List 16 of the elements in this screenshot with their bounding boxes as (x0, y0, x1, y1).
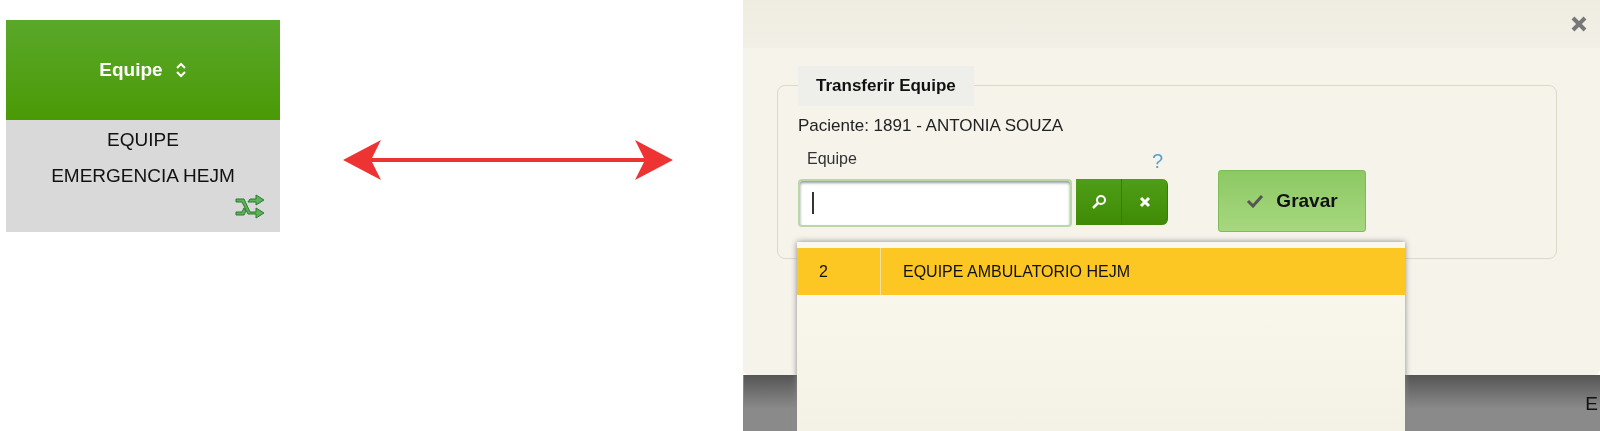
team-input-field[interactable] (798, 179, 1072, 227)
save-button[interactable]: Gravar (1218, 170, 1366, 232)
shuffle-icon[interactable] (234, 194, 266, 220)
search-icon (1090, 194, 1107, 210)
check-icon (1246, 194, 1265, 208)
close-icon (1138, 196, 1151, 208)
team-name: EQUIPE EMERGENCIA HEJM (51, 128, 235, 188)
patient-text: Paciente: 1891 - ANTONIA SOUZA (798, 116, 1065, 136)
clear-button[interactable] (1122, 179, 1168, 225)
dropdown-option[interactable]: 2 EQUIPE AMBULATORIO HEJM (797, 248, 1405, 295)
field-label: Equipe (807, 150, 858, 169)
table-cell: E (1585, 393, 1598, 415)
fieldset-legend: Transferir Equipe (798, 66, 974, 106)
close-icon[interactable] (1570, 15, 1588, 33)
search-button[interactable] (1076, 179, 1122, 225)
sort-icon (174, 61, 187, 79)
